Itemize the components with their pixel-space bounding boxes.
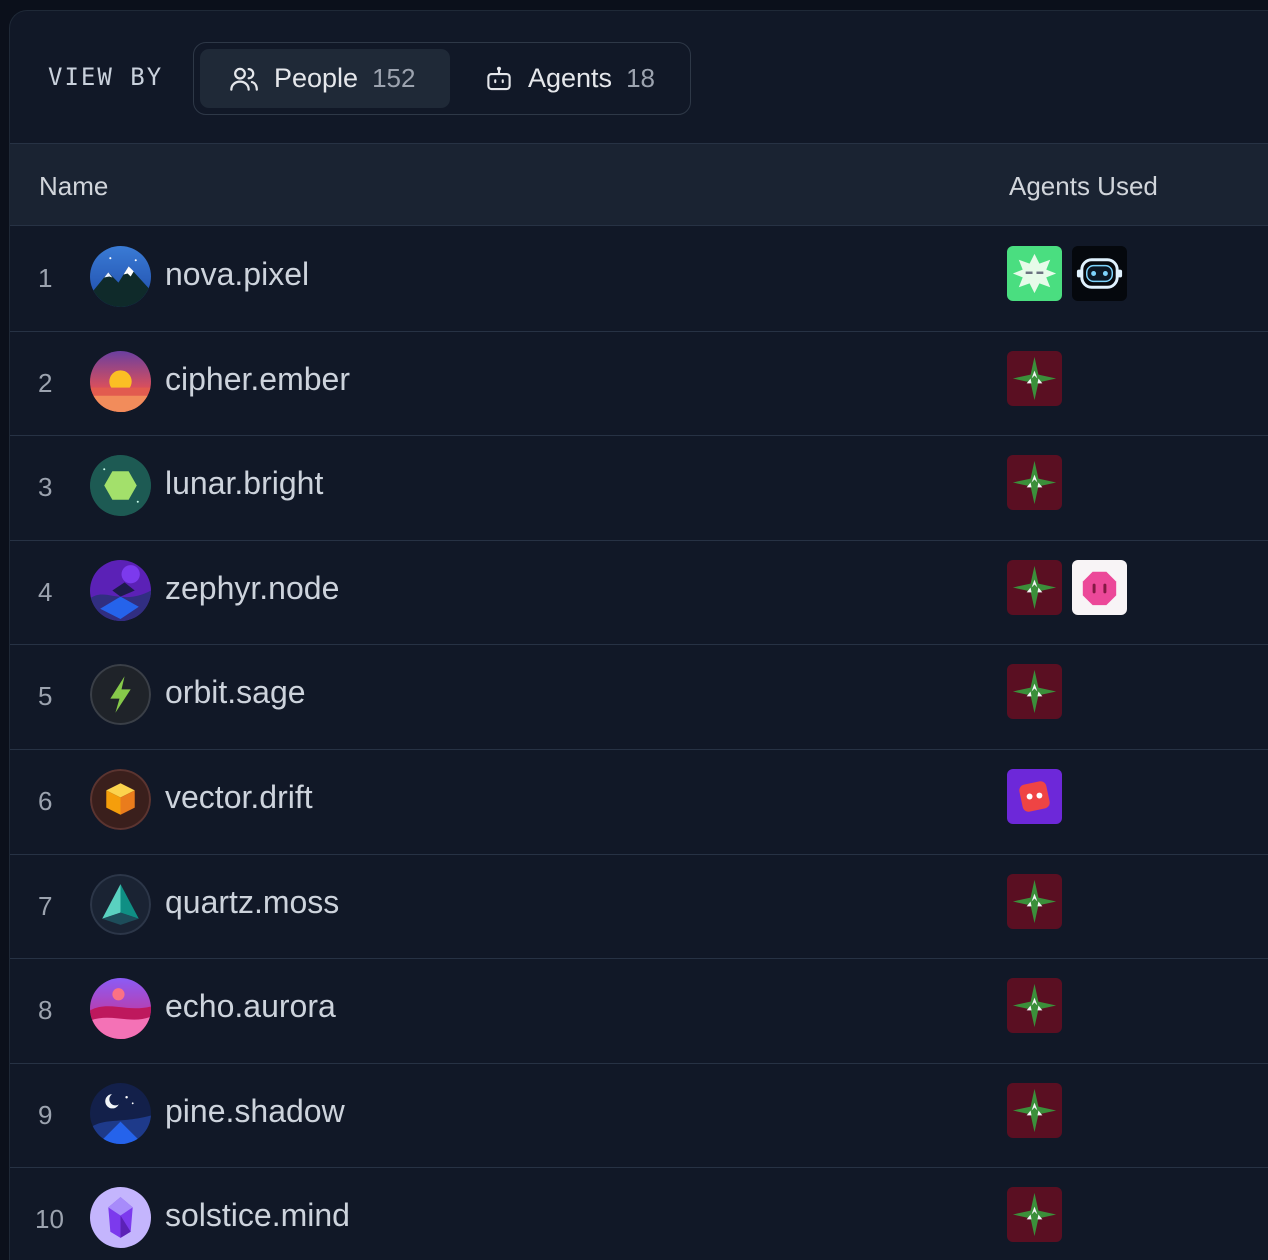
green-star-agent[interactable] — [1007, 873, 1062, 929]
column-header-agents-used[interactable]: Agents Used — [1009, 171, 1158, 202]
purple-wave-avatar — [90, 559, 151, 621]
mountain-night-avatar — [90, 246, 151, 307]
red-dice-agent[interactable] — [1007, 768, 1062, 824]
people-table-body: 1 nova.pixel 2 cipher.ember 3 lunar.brig… — [10, 227, 1268, 1260]
table-row[interactable]: 8 echo.aurora — [10, 959, 1268, 1064]
sunset-avatar — [90, 350, 151, 412]
green-star-agent[interactable] — [1007, 350, 1062, 406]
table-row[interactable]: 1 nova.pixel — [10, 227, 1268, 332]
table-row[interactable]: 4 zephyr.node — [10, 541, 1268, 646]
table-row[interactable]: 5 orbit.sage — [10, 645, 1268, 750]
agents-used-cell — [1007, 1187, 1062, 1243]
row-index: 7 — [38, 890, 53, 921]
table-row[interactable]: 10 solstice.mind — [10, 1168, 1268, 1260]
agents-tab[interactable]: Agents 18 — [456, 49, 682, 108]
row-index: 8 — [38, 995, 53, 1026]
row-index: 5 — [38, 681, 53, 712]
green-star-agent[interactable] — [1007, 1082, 1062, 1138]
view-by-label: VIEW BY — [48, 63, 164, 91]
pink-octagon-agent[interactable] — [1072, 559, 1127, 615]
green-star-agent[interactable] — [1007, 559, 1062, 615]
moon-avatar — [90, 1082, 151, 1144]
people-panel: VIEW BY People 152 Agents 18 Name Agents… — [9, 10, 1268, 1260]
user-name[interactable]: zephyr.node — [165, 570, 339, 607]
row-index: 4 — [38, 576, 53, 607]
green-star-agent[interactable] — [1007, 455, 1062, 511]
green-star-agent[interactable] — [1007, 664, 1062, 720]
cube-avatar — [90, 768, 151, 830]
user-name[interactable]: lunar.bright — [165, 465, 323, 502]
agents-used-cell — [1007, 664, 1062, 720]
agents-used-cell — [1007, 246, 1127, 301]
agents-used-cell — [1007, 455, 1062, 511]
table-row[interactable]: 6 vector.drift — [10, 750, 1268, 855]
green-burst-agent[interactable] — [1007, 246, 1062, 301]
user-name[interactable]: pine.shadow — [165, 1093, 345, 1130]
agents-tab-label: Agents — [528, 63, 613, 93]
row-index: 10 — [35, 1204, 64, 1235]
people-tab[interactable]: People 152 — [200, 49, 450, 108]
table-row[interactable]: 3 lunar.bright — [10, 436, 1268, 541]
pyramid-avatar — [90, 873, 151, 935]
table-row[interactable]: 7 quartz.moss — [10, 855, 1268, 960]
green-star-agent[interactable] — [1007, 978, 1062, 1034]
robot-face-agent[interactable] — [1072, 246, 1127, 301]
user-name[interactable]: orbit.sage — [165, 674, 306, 711]
people-icon — [230, 67, 258, 91]
user-name[interactable]: nova.pixel — [165, 256, 309, 293]
row-index: 9 — [38, 1099, 53, 1130]
column-header-name[interactable]: Name — [39, 171, 108, 202]
lightning-avatar — [90, 664, 151, 726]
agents-count: 18 — [626, 63, 655, 93]
people-tab-label: People — [274, 63, 359, 93]
table-row[interactable]: 9 pine.shadow — [10, 1064, 1268, 1169]
view-toggle: People 152 Agents 18 — [193, 42, 691, 115]
hexagon-avatar — [90, 455, 151, 517]
user-name[interactable]: echo.aurora — [165, 988, 336, 1025]
row-index: 2 — [38, 367, 53, 398]
robot-icon — [487, 66, 511, 90]
user-name[interactable]: quartz.moss — [165, 884, 339, 921]
user-name[interactable]: solstice.mind — [165, 1197, 350, 1234]
agents-used-cell — [1007, 559, 1127, 615]
row-index: 1 — [38, 263, 53, 293]
table-header: Name Agents Used — [10, 143, 1268, 226]
table-row[interactable]: 2 cipher.ember — [10, 332, 1268, 437]
user-name[interactable]: vector.drift — [165, 779, 313, 816]
green-star-agent[interactable] — [1007, 1187, 1062, 1243]
agents-used-cell — [1007, 768, 1062, 824]
people-count: 152 — [372, 63, 416, 93]
agents-used-cell — [1007, 978, 1062, 1034]
user-name[interactable]: cipher.ember — [165, 361, 350, 398]
agents-used-cell — [1007, 350, 1062, 406]
agents-used-cell — [1007, 873, 1062, 929]
agents-used-cell — [1007, 1082, 1062, 1138]
row-index: 3 — [38, 472, 53, 503]
pink-dunes-avatar — [90, 978, 151, 1040]
crystal-avatar — [90, 1187, 151, 1249]
row-index: 6 — [38, 785, 53, 816]
